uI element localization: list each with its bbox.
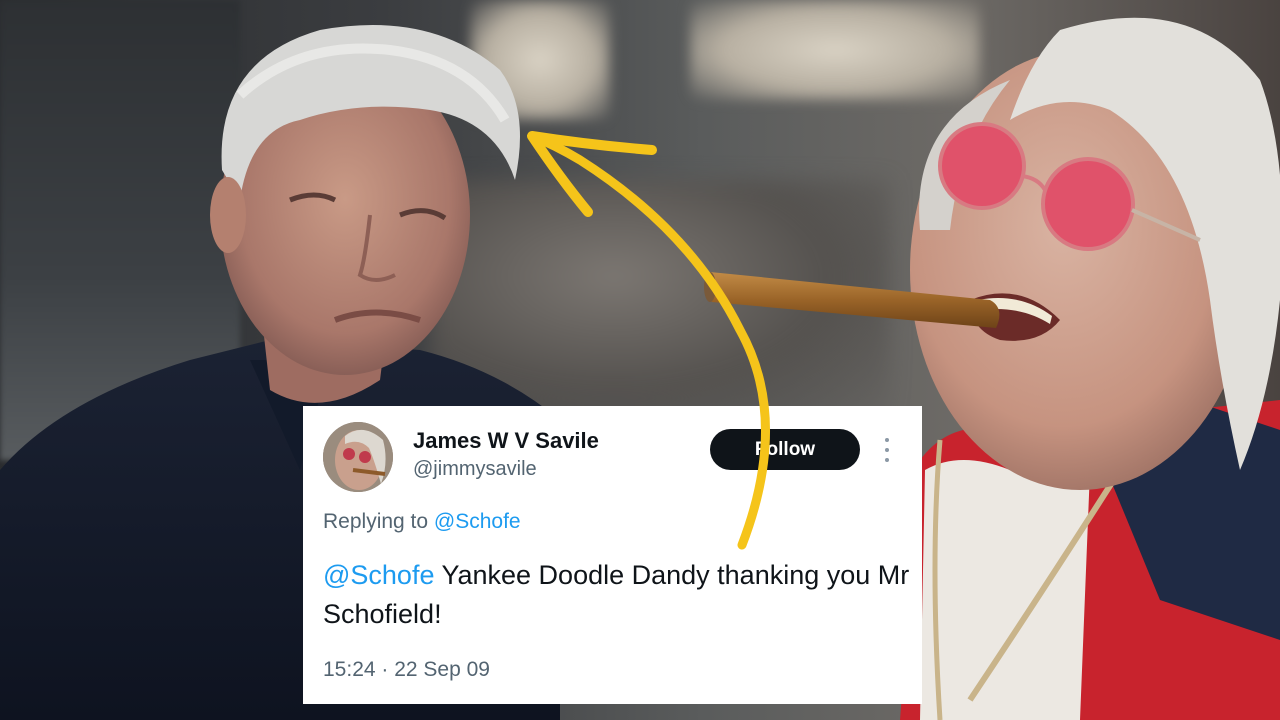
tweet-timestamp[interactable]: 15:24 · 22 Sep 09 [323,658,490,682]
right-person-photo [900,17,1280,720]
mention-link[interactable]: @Schofe [323,560,434,590]
replying-to-link[interactable]: @Schofe [434,510,521,533]
display-name[interactable]: James W V Savile [413,428,599,454]
follow-button[interactable]: Follow [710,429,860,470]
user-handle[interactable]: @jimmysavile [413,458,537,481]
replying-prefix: Replying to [323,510,429,533]
tweet-text: @Schofe Yankee Doodle Dandy thanking you… [323,556,913,634]
more-options-icon[interactable] [876,438,898,462]
thumbnail-scene: James W V Savile @jimmysavile Follow Rep… [0,0,1280,720]
tweet-card[interactable]: James W V Savile @jimmysavile Follow Rep… [303,406,922,704]
replying-to-line: Replying to @Schofe [323,510,521,534]
avatar-image [323,422,393,492]
avatar[interactable] [323,422,393,492]
cigar [704,272,1000,328]
